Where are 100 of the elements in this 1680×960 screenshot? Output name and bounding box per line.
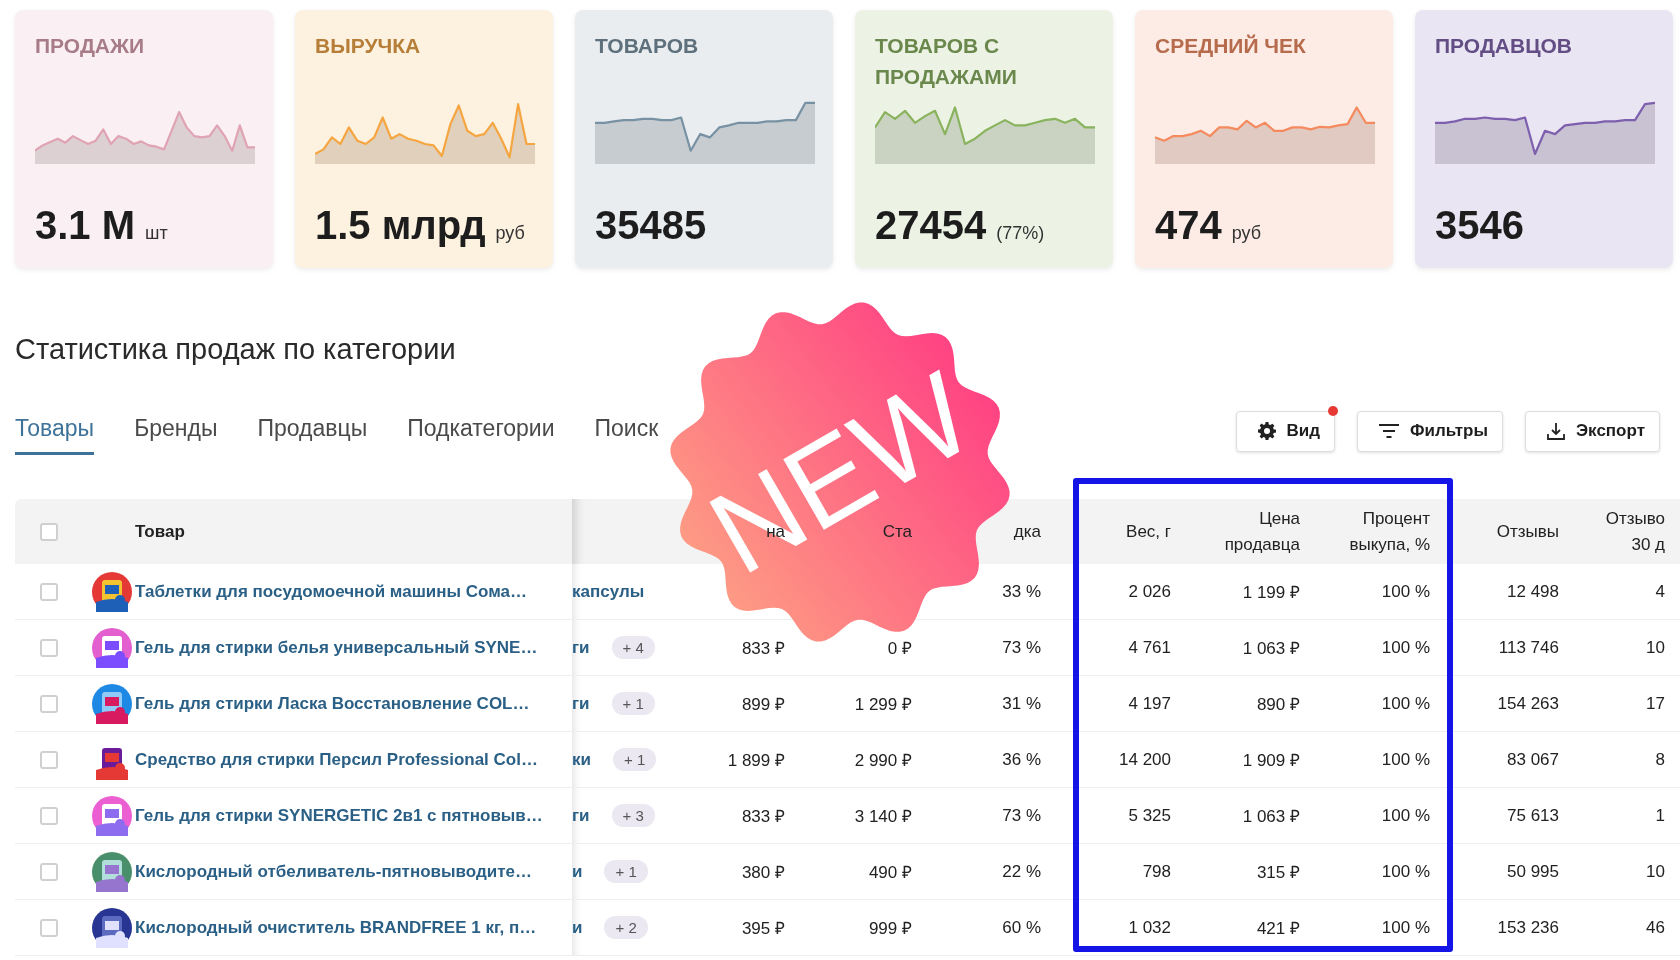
download-icon [1546, 421, 1566, 441]
checkbox[interactable] [40, 806, 58, 825]
table-cell: 73 % [1002, 805, 1041, 826]
table-cell: 1 [1655, 805, 1665, 826]
card-value: 3.1 M [35, 203, 136, 248]
table-cell: 8 [1655, 749, 1665, 770]
table-cell-text: 380 ₽ [741, 862, 785, 883]
card-value: 1.5 млрд [315, 203, 486, 248]
table-cell-text: 2 990 ₽ [854, 750, 912, 771]
table-cell: ги [572, 637, 590, 658]
column-header: Вес, г [1126, 520, 1171, 543]
tab[interactable]: Продавцы [257, 407, 368, 455]
table-cell: 2 026 [1128, 581, 1171, 602]
table-cell: 100 % [1381, 861, 1430, 882]
table-cell-text: 1 899 ₽ [727, 750, 785, 771]
card-title: ПРОДАЖИ [35, 33, 146, 59]
table-cell: 100 % [1381, 581, 1430, 602]
tab[interactable]: Бренды [134, 407, 218, 455]
card-title: ТОВАРОВ [595, 33, 700, 59]
count-badge: + 1 [611, 692, 655, 715]
column-header: Товар [135, 520, 185, 543]
product-link[interactable]: Гель для стирки SYNERGETIC 2в1 с пятновыв… [135, 805, 543, 826]
table-cell-text: 490 ₽ [868, 862, 912, 883]
card-value: 3546 [1435, 203, 1524, 248]
table-cell: 10 [1646, 861, 1665, 882]
table-cell: 1 032 [1128, 917, 1171, 938]
table-cell: 36 % [1002, 749, 1041, 770]
checkbox[interactable] [40, 694, 58, 713]
table-cell: 73 % [1002, 637, 1041, 658]
column-header: дка [1013, 520, 1041, 543]
table-cell: и [572, 917, 583, 938]
settings-icon [1256, 421, 1277, 441]
table-cell-text: 899 ₽ [741, 694, 785, 715]
table-cell: 60 % [1002, 917, 1041, 938]
card-title: ПРОДАВЦОВ [1435, 33, 1573, 59]
tab[interactable]: Подкатегории [407, 407, 555, 455]
checkbox[interactable] [40, 918, 58, 937]
table-cell: 100 % [1381, 749, 1430, 770]
table-cell: 10 [1646, 637, 1665, 658]
table-cell-text: 1 199 ₽ [1242, 582, 1300, 603]
checkbox[interactable] [40, 750, 58, 769]
table-cell: 100 % [1381, 805, 1430, 826]
table-cell: ги [572, 693, 590, 714]
count-badge: + 1 [604, 860, 648, 883]
table-cell: 14 200 [1119, 749, 1171, 770]
filter-button[interactable]: Фильтры [1357, 410, 1503, 452]
table-cell: 153 236 [1497, 917, 1559, 938]
table-cell: 100 % [1381, 917, 1430, 938]
card-unit: шт [145, 223, 168, 244]
product-link[interactable]: Кислородный отбеливатель-пятновыводите… [135, 861, 532, 882]
count-badge: + 3 [611, 804, 655, 827]
product-link[interactable]: Кислородный очиститель BRANDFREE 1 кг, п… [135, 917, 537, 938]
section-heading: Статистика продаж по категории [15, 332, 457, 367]
table-cell: 83 067 [1507, 749, 1559, 770]
table-cell: 33 % [1002, 581, 1041, 602]
table-cell-text: 833 ₽ [741, 806, 785, 827]
table-cell-text: 315 ₽ [1256, 862, 1300, 883]
table-cell: 798 [1142, 861, 1171, 882]
card-unit: руб [1231, 223, 1262, 244]
table-cell: 4 [1655, 581, 1665, 602]
table-cell: 22 % [1002, 861, 1041, 882]
card-value: 474 [1155, 203, 1222, 248]
product-link[interactable]: Таблетки для посудомоечной машины Сома… [135, 581, 528, 602]
table-cell: 113 746 [1498, 637, 1559, 658]
product-link[interactable]: Гель для стирки белья универсальный SYNE… [135, 637, 538, 658]
tab[interactable]: Поиск [594, 407, 659, 455]
checkbox[interactable] [40, 862, 58, 881]
card-title: ВЫРУЧКА [315, 33, 422, 59]
table-cell: 75 613 [1507, 805, 1559, 826]
checkbox[interactable] [40, 638, 58, 657]
table-cell: 4 761 [1128, 637, 1171, 658]
column-header: Процент выкупа, % [1349, 507, 1430, 556]
table-cell: ки [572, 749, 591, 770]
export-button[interactable]: Экспорт [1525, 410, 1660, 452]
table-cell: 154 263 [1497, 693, 1559, 714]
card-title: ТОВАРОВ С ПРОДАЖАМИ [875, 33, 1018, 90]
table-cell: капсулы [572, 581, 645, 602]
product-link[interactable]: Гель для стирки Ласка Восстановление COL… [135, 693, 530, 714]
card-unit: руб [495, 223, 525, 244]
checkbox[interactable] [40, 582, 58, 601]
column-header: Отзывы [1496, 520, 1559, 543]
table-cell-text: 1 063 ₽ [1242, 638, 1300, 659]
card-title: СРЕДНИЙ ЧЕК [1155, 33, 1307, 59]
checkbox[interactable] [40, 522, 58, 541]
table-cell: 17 [1646, 693, 1665, 714]
product-link[interactable]: Средство для стирки Персил Professional Col… [135, 749, 538, 770]
table-cell: 100 % [1381, 693, 1430, 714]
table-cell: 46 [1646, 917, 1665, 938]
count-badge: + 1 [612, 748, 657, 771]
table-cell-text: 890 ₽ [1256, 694, 1300, 715]
count-badge: + 4 [611, 636, 655, 659]
card-value: 27454 [875, 203, 987, 248]
tab[interactable]: Товары [15, 407, 95, 455]
table-cell: 31 % [1002, 693, 1041, 714]
column-header: Цена продавца [1224, 507, 1300, 556]
table-cell: 5 325 [1128, 805, 1171, 826]
table-cell: ги [572, 805, 590, 826]
card-unit: (77%) [996, 223, 1045, 244]
column-header: Отзыво 30 д [1605, 507, 1665, 556]
table-cell-text: 1 909 ₽ [1242, 750, 1300, 771]
